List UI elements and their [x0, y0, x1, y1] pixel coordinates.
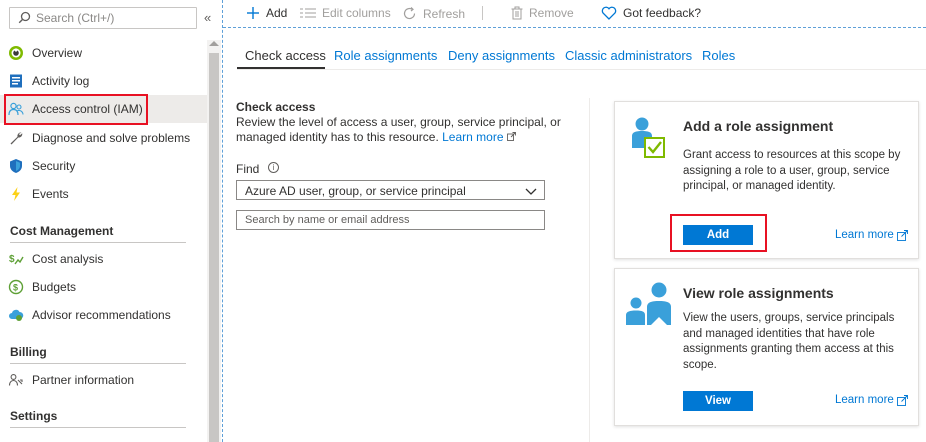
check-access-title: Check access: [236, 100, 316, 114]
trash-icon: [511, 6, 523, 20]
principal-search-field[interactable]: [236, 210, 545, 230]
sidebar-item-label: Diagnose and solve problems: [32, 131, 191, 145]
chevron-down-icon: [525, 185, 537, 199]
sidebar-item-label: Cost analysis: [32, 252, 104, 266]
remove-button[interactable]: Remove: [511, 6, 574, 20]
budgets-icon: $: [8, 279, 24, 295]
heart-icon: [601, 6, 617, 20]
sidebar-item-label: Advisor recommendations: [32, 308, 171, 322]
plus-icon: [246, 6, 260, 20]
active-tab-indicator: [237, 67, 325, 69]
columns-icon: [300, 7, 316, 19]
sidebar-item-label: Security: [32, 159, 76, 173]
find-dropdown-value: Azure AD user, group, or service princip…: [245, 184, 466, 198]
edit-columns-label: Edit columns: [322, 6, 391, 20]
tab-deny-assignments[interactable]: Deny assignments: [448, 48, 555, 63]
tab-bar-line: [237, 69, 926, 70]
add-label: Add: [266, 6, 288, 20]
sidebar-item-partner-information[interactable]: Partner information: [0, 366, 207, 394]
toolbar-separator: [482, 6, 483, 20]
tab-check-access[interactable]: Check access: [245, 48, 326, 63]
check-access-learn-more-link[interactable]: Learn more: [442, 130, 516, 144]
sidebar-search-input[interactable]: [36, 10, 194, 26]
sidebar-item-label: Budgets: [32, 280, 77, 294]
scroll-up-arrow[interactable]: [209, 41, 219, 46]
add-role-assignment-title: Add a role assignment: [683, 118, 834, 134]
svg-text:$: $: [13, 283, 18, 293]
divider: [10, 242, 186, 243]
sidebar-item-label: Overview: [32, 46, 83, 60]
resize-divider: [222, 0, 223, 442]
panel-divider: [589, 98, 590, 442]
external-link-icon: [896, 229, 908, 241]
sidebar-item-budgets[interactable]: $ Budgets: [0, 273, 207, 301]
sidebar-item-advisor[interactable]: Advisor recommendations: [0, 301, 207, 329]
remove-label: Remove: [529, 6, 574, 20]
tab-role-assignments[interactable]: Role assignments: [334, 48, 437, 63]
collapse-sidebar-button[interactable]: «: [204, 10, 211, 25]
svg-text:$: $: [9, 254, 15, 265]
find-label: Find: [236, 162, 260, 176]
section-billing: Billing: [10, 345, 47, 359]
external-link-icon: [506, 132, 516, 141]
add-role-assignment-icon: [631, 116, 667, 163]
toolbar-divider: [223, 27, 926, 28]
shield-icon: [8, 158, 24, 174]
divider: [10, 427, 186, 428]
activity-log-icon: [8, 73, 24, 89]
view-role-learn-more-link[interactable]: Learn more: [835, 394, 908, 406]
add-role-assignment-description: Grant access to resources at this scope …: [683, 149, 901, 192]
iam-highlight-box: [4, 94, 148, 125]
partner-icon: [8, 372, 24, 388]
view-role-assignments-card: View role assignments View the users, gr…: [614, 268, 919, 426]
search-icon: [18, 11, 31, 27]
sidebar-item-events[interactable]: Events: [0, 180, 207, 208]
tab-classic-administrators[interactable]: Classic administrators: [565, 48, 692, 63]
view-role-assignments-icon: [625, 281, 673, 330]
wrench-icon: [8, 130, 24, 146]
principal-search-input[interactable]: [237, 211, 544, 229]
sidebar-item-diagnose[interactable]: Diagnose and solve problems: [0, 124, 207, 152]
cloud-advisor-icon: [8, 307, 24, 323]
view-role-assignments-button[interactable]: View: [683, 391, 753, 411]
feedback-button[interactable]: Got feedback?: [601, 6, 701, 20]
refresh-button[interactable]: Refresh: [402, 6, 465, 21]
overview-icon: [8, 45, 24, 61]
external-link-icon: [896, 394, 908, 406]
sidebar-item-cost-analysis[interactable]: $ Cost analysis: [0, 245, 207, 273]
lightning-icon: [8, 186, 24, 202]
view-role-assignments-title: View role assignments: [683, 285, 834, 301]
feedback-label: Got feedback?: [623, 6, 702, 20]
sidebar-item-label: Activity log: [32, 74, 90, 88]
add-role-learn-more-link[interactable]: Learn more: [835, 229, 908, 241]
find-principal-dropdown[interactable]: Azure AD user, group, or service princip…: [236, 180, 545, 200]
sidebar-item-security[interactable]: Security: [0, 152, 207, 180]
refresh-icon: [402, 6, 417, 21]
info-icon[interactable]: i: [268, 162, 279, 173]
section-settings: Settings: [10, 409, 58, 423]
tab-roles[interactable]: Roles: [702, 48, 735, 63]
check-access-description: Review the level of access a user, group…: [236, 115, 566, 145]
sidebar-item-activity-log[interactable]: Activity log: [0, 67, 207, 95]
add-button-highlight-box: [670, 214, 767, 252]
sidebar-scroll-thumb[interactable]: [209, 53, 219, 442]
add-toolbar-button[interactable]: Add: [246, 6, 287, 20]
sidebar-item-overview[interactable]: Overview: [0, 39, 207, 67]
sidebar-search[interactable]: [9, 7, 197, 29]
sidebar-item-label: Partner information: [32, 373, 135, 387]
sidebar-item-label: Events: [32, 187, 69, 201]
section-cost-management: Cost Management: [10, 224, 114, 238]
edit-columns-button[interactable]: Edit columns: [300, 6, 391, 20]
sidebar: « Overview Activity log Access control (…: [0, 0, 222, 442]
view-role-assignments-description: View the users, groups, service principa…: [683, 312, 895, 371]
divider: [10, 363, 186, 364]
refresh-label: Refresh: [423, 6, 466, 21]
cost-analysis-icon: $: [8, 251, 24, 267]
